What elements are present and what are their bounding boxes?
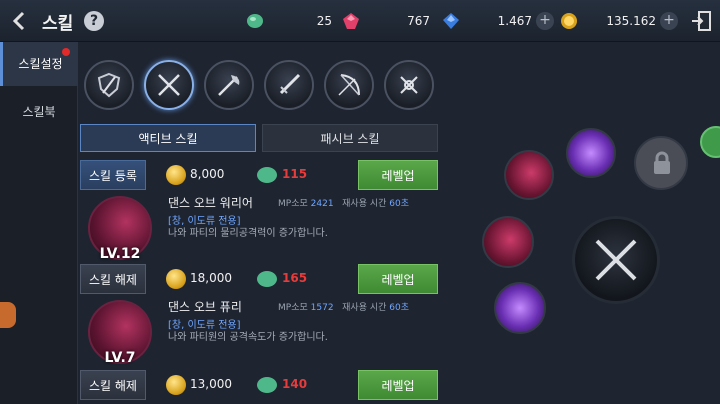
blue-diamond-resource: 1.467 xyxy=(442,12,532,30)
skill-slot-3[interactable] xyxy=(482,216,534,268)
blue-diamond-icon xyxy=(443,13,459,29)
skill-card[interactable]: LV.12 댄스 오브 워리어 MP소모 2421 재사용 시간 60초 [창,… xyxy=(78,194,440,264)
skill-card[interactable]: LV.7 댄스 오브 퓨리 MP소모 1572 재사용 시간 60초 [창, 이… xyxy=(78,298,440,368)
magic-star-icon xyxy=(400,76,418,94)
category-bow[interactable] xyxy=(324,60,374,110)
gold-value: 135.162 xyxy=(606,14,656,28)
skill-slot-1[interactable] xyxy=(504,150,554,200)
sidebar: 스킬설정 스킬북 xyxy=(0,42,78,404)
mp-label: MP소모 xyxy=(278,199,308,209)
gold-coin-icon xyxy=(166,165,186,185)
sidebar-item-skill-book[interactable]: 스킬북 xyxy=(0,90,78,134)
sp-gem-icon xyxy=(257,377,277,393)
skill-stats: MP소모 2421 재사용 시간 60초 xyxy=(278,196,409,209)
help-icon[interactable]: ? xyxy=(84,11,104,31)
mp-label: MP소모 xyxy=(278,303,308,313)
skill-slot-locked[interactable] xyxy=(634,136,688,190)
gold-cost: 13,000 xyxy=(190,377,232,391)
back-arrow-icon[interactable] xyxy=(8,9,32,33)
sp-cost: 165 xyxy=(282,271,308,285)
tab-active-skills[interactable]: 액티브 스킬 xyxy=(80,124,256,152)
sp-gem-icon xyxy=(257,167,277,183)
skill-action-row: 스킬 해제 18,000 165 레벨업 xyxy=(78,264,440,294)
skill-level: LV.7 xyxy=(104,350,136,366)
skill-stats: MP소모 1572 재사용 시간 60초 xyxy=(278,300,409,313)
sp-cost: 115 xyxy=(282,167,308,181)
gold-cost: 8,000 xyxy=(190,167,225,181)
exit-icon[interactable] xyxy=(690,10,712,32)
skill-level: LV.12 xyxy=(99,246,141,262)
skill-slot-4[interactable] xyxy=(494,282,546,334)
red-gem-resource: 767 xyxy=(342,12,430,30)
bow-icon xyxy=(338,74,360,96)
main-attack-button[interactable] xyxy=(572,216,660,304)
blue-diamond-value: 1.467 xyxy=(497,14,532,28)
gold-resource: 135.162 xyxy=(560,12,656,30)
gold-cost: 18,000 xyxy=(190,271,232,285)
notification-dot xyxy=(62,48,70,56)
crossed-swords-icon xyxy=(158,74,180,96)
sword-icon xyxy=(279,73,301,95)
skill-name: 댄스 오브 워리어 xyxy=(168,196,253,210)
skill-panel: 액티브 스킬 패시브 스킬 스킬 등록 8,000 115 레벨업 LV.12 … xyxy=(78,42,440,404)
sp-gem-icon xyxy=(257,271,277,287)
level-up-button[interactable]: 레벨업 xyxy=(358,370,438,400)
gold-coin-icon xyxy=(166,375,186,395)
category-sword[interactable] xyxy=(264,60,314,110)
side-drawer-handle[interactable] xyxy=(0,302,16,328)
page-title: 스킬 xyxy=(42,14,74,34)
lock-icon xyxy=(654,151,670,174)
level-up-button[interactable]: 레벨업 xyxy=(358,264,438,294)
category-axe[interactable] xyxy=(204,60,254,110)
level-up-button[interactable]: 레벨업 xyxy=(358,160,438,190)
category-dual-blades[interactable] xyxy=(144,60,194,110)
register-skill-button[interactable]: 스킬 등록 xyxy=(80,160,146,190)
unequip-skill-button[interactable]: 스킬 해제 xyxy=(80,264,146,294)
cooldown-label: 재사용 시간 xyxy=(342,199,387,209)
add-diamond-button[interactable]: + xyxy=(536,12,554,30)
unequip-skill-button[interactable]: 스킬 해제 xyxy=(80,370,146,400)
gold-coin-icon xyxy=(166,269,186,289)
skill-action-row: 스킬 해제 13,000 140 레벨업 xyxy=(78,370,440,400)
axe-icon xyxy=(218,75,240,96)
red-gem-icon xyxy=(343,13,359,29)
mp-value: 2421 xyxy=(310,199,334,209)
top-bar: 스킬 ? 25 767 1.467 + 135.162 + xyxy=(0,0,720,42)
add-gold-button[interactable]: + xyxy=(660,12,678,30)
sidebar-item-label: 스킬설정 xyxy=(18,57,63,71)
skill-name: 댄스 오브 퓨리 xyxy=(168,300,242,314)
potion-quick-button[interactable] xyxy=(700,126,720,158)
cooldown-value: 60초 xyxy=(389,199,410,209)
shield-sword-icon xyxy=(97,72,121,98)
red-gem-value: 767 xyxy=(407,14,430,28)
mp-value: 1572 xyxy=(310,303,334,313)
sp-cost: 140 xyxy=(282,377,308,391)
cooldown-value: 60초 xyxy=(389,303,410,313)
gold-coin-icon xyxy=(561,13,577,29)
tab-passive-skills[interactable]: 패시브 스킬 xyxy=(262,124,438,152)
skill-slot-2[interactable] xyxy=(566,128,616,178)
green-gem-resource: 25 xyxy=(246,12,332,30)
weapon-category-row xyxy=(84,60,434,112)
skill-action-row: 스킬 등록 8,000 115 레벨업 xyxy=(78,160,440,190)
cooldown-label: 재사용 시간 xyxy=(342,303,387,313)
green-gem-value: 25 xyxy=(316,14,332,28)
sidebar-item-skill-settings[interactable]: 스킬설정 xyxy=(0,42,78,86)
skill-description: 나와 파티원의 공격속도가 증가합니다. xyxy=(168,332,328,343)
category-magic[interactable] xyxy=(384,60,434,110)
green-gem-icon xyxy=(247,14,263,28)
category-shield[interactable] xyxy=(84,60,134,110)
crossed-swords-icon xyxy=(595,239,637,281)
sidebar-item-label: 스킬북 xyxy=(22,105,56,119)
skill-description: 나와 파티의 물리공격력이 증가합니다. xyxy=(168,228,328,239)
